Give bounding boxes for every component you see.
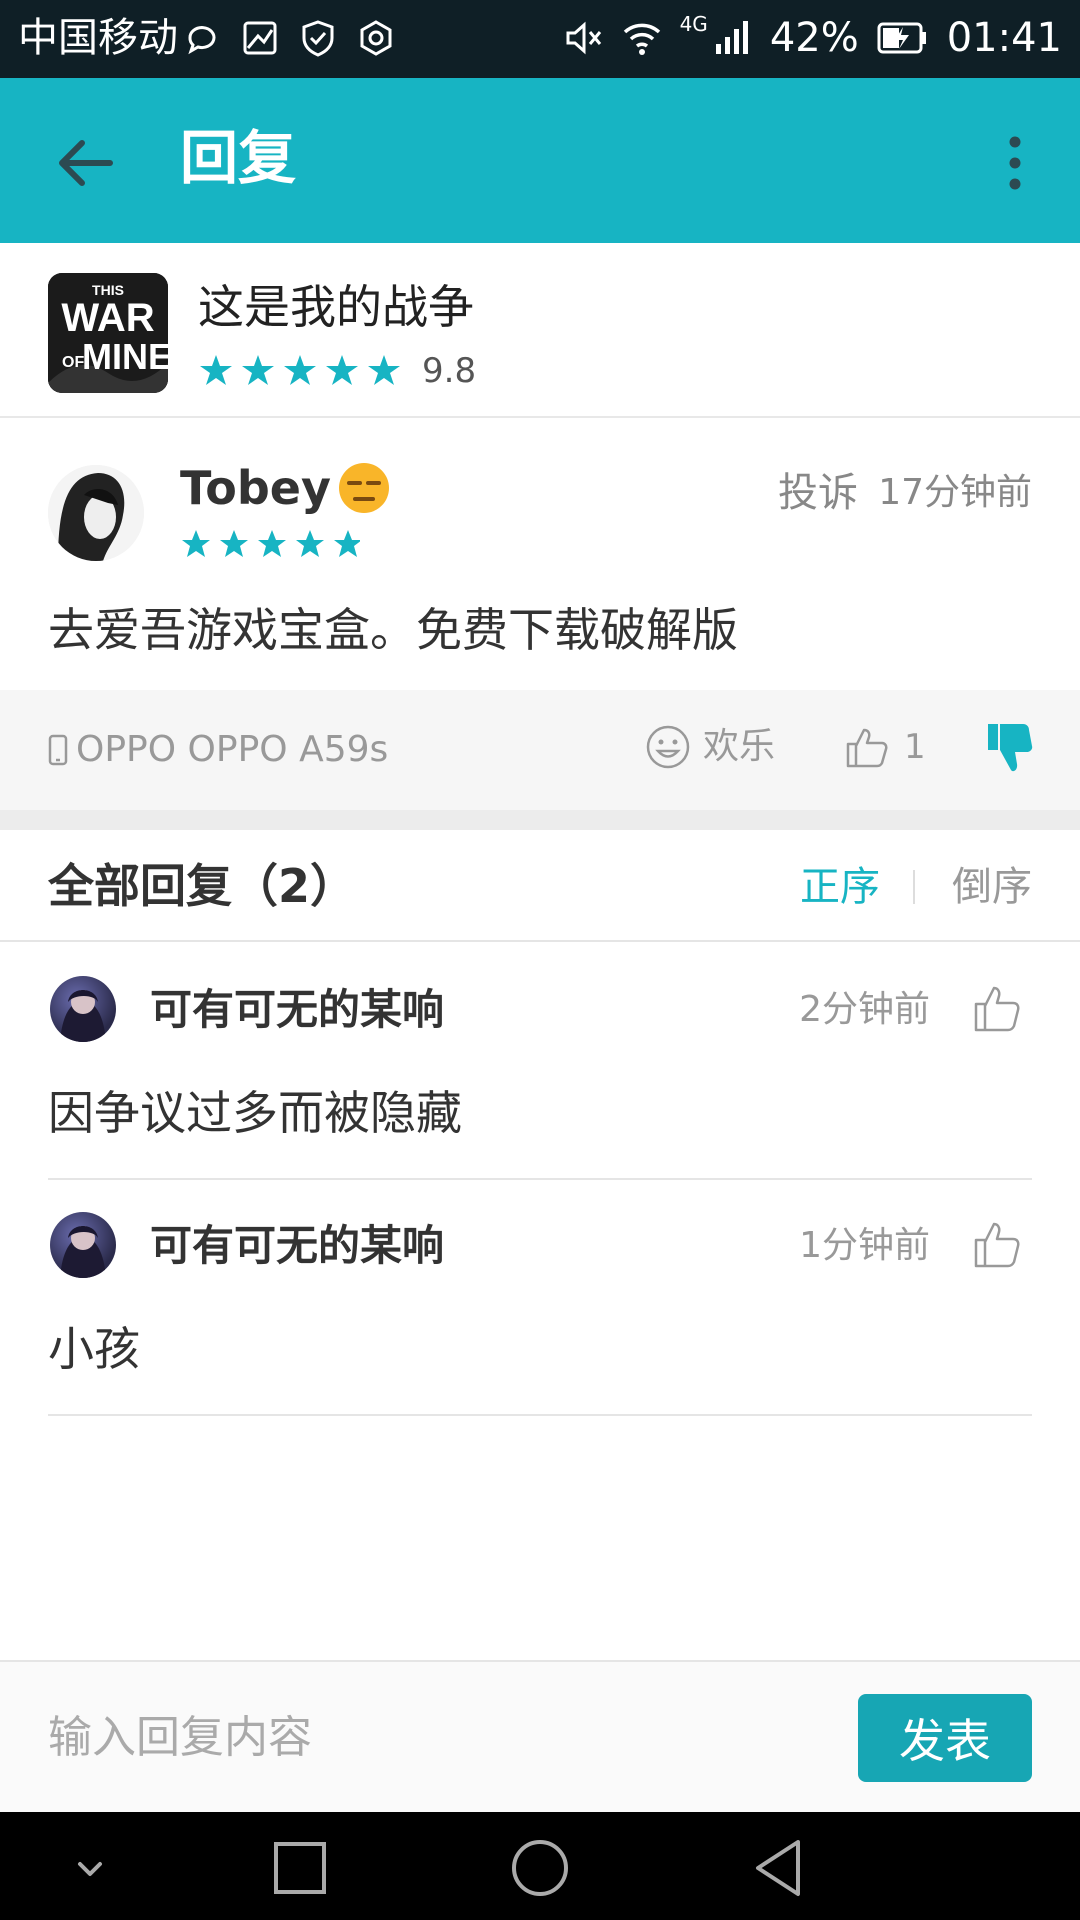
game-rating-stars: 9.8 bbox=[198, 351, 476, 391]
game-name: 这是我的战争 bbox=[198, 280, 474, 334]
thumbs-up-icon[interactable] bbox=[972, 1218, 1022, 1272]
main-post: Tobey 投诉 17分钟前 去爱吾游戏宝盒。免费下载破解版 bbox=[0, 420, 1080, 690]
post-content: 去爱吾游戏宝盒。免费下载破解版 bbox=[48, 603, 738, 657]
user-avatar[interactable] bbox=[48, 465, 144, 561]
post-time: 17分钟前 bbox=[878, 472, 1032, 513]
chat-notification-icon bbox=[188, 26, 216, 55]
game-header[interactable]: THIS WAR OF MINE 这是我的战争 9.8 bbox=[0, 243, 1080, 418]
app-bar: 回复 bbox=[0, 78, 1080, 243]
star-icons bbox=[182, 530, 360, 557]
svg-text:MINE: MINE bbox=[82, 336, 168, 377]
back-icon[interactable] bbox=[748, 1836, 812, 1900]
thumbs-down-icon[interactable] bbox=[985, 720, 1035, 776]
carrier-label: 中国移动 bbox=[18, 15, 178, 61]
post-username[interactable]: Tobey bbox=[180, 460, 391, 516]
game-icon: THIS WAR OF MINE bbox=[48, 273, 168, 393]
thumbs-up-icon[interactable] bbox=[972, 982, 1022, 1036]
status-right: 4G 42% 01:41 bbox=[564, 12, 1062, 62]
send-button[interactable]: 发表 bbox=[858, 1694, 1032, 1782]
sort-divider bbox=[913, 870, 915, 904]
star-icons bbox=[200, 355, 400, 385]
reply-item: 可有可无的某响 2分钟前 因争议过多而被隐藏 bbox=[0, 944, 1080, 1180]
smiley-icon bbox=[646, 725, 690, 769]
back-arrow-icon[interactable] bbox=[50, 128, 120, 198]
report-button[interactable]: 投诉 bbox=[778, 468, 858, 518]
sort-ascending-button[interactable]: 正序 bbox=[800, 862, 880, 912]
notification-icons bbox=[182, 14, 396, 62]
reply-avatar[interactable] bbox=[50, 1212, 116, 1278]
mood-label: 欢乐 bbox=[703, 726, 776, 767]
page-title: 回复 bbox=[180, 124, 297, 192]
reply-divider bbox=[48, 1414, 1032, 1416]
sort-descending-button[interactable]: 倒序 bbox=[952, 862, 1032, 912]
reply-avatar[interactable] bbox=[50, 976, 116, 1042]
reply-username[interactable]: 可有可无的某响 bbox=[150, 984, 444, 1036]
more-options-icon[interactable] bbox=[1000, 128, 1030, 198]
like-button[interactable]: 1 bbox=[844, 722, 926, 772]
reply-item: 可有可无的某响 1分钟前 小孩 bbox=[0, 1180, 1080, 1416]
username-text: Tobey bbox=[180, 461, 331, 515]
shield-notification-icon bbox=[302, 20, 334, 57]
reply-username[interactable]: 可有可无的某响 bbox=[150, 1220, 444, 1272]
reply-time: 2分钟前 bbox=[799, 989, 930, 1030]
battery-icon bbox=[877, 22, 926, 54]
mute-icon bbox=[566, 21, 601, 55]
like-count: 1 bbox=[904, 727, 926, 767]
device-info: OPPO OPPO A59s bbox=[48, 725, 388, 775]
user-rating-stars bbox=[180, 528, 360, 562]
reply-content: 小孩 bbox=[48, 1322, 140, 1376]
image-notification-icon bbox=[243, 21, 277, 55]
home-icon[interactable] bbox=[508, 1836, 572, 1900]
wifi-icon bbox=[623, 23, 660, 55]
status-bar: 中国移动 4G 42% 01:41 bbox=[0, 0, 1080, 78]
device-name: OPPO OPPO A59s bbox=[76, 729, 389, 770]
signal-icon bbox=[715, 21, 748, 54]
post-action-bar: OPPO OPPO A59s 欢乐 1 bbox=[0, 690, 1080, 810]
clock: 01:41 bbox=[946, 15, 1062, 61]
reply-input-bar: 发表 bbox=[0, 1660, 1080, 1812]
battery-percent: 42% bbox=[769, 15, 859, 61]
network-type: 4G bbox=[679, 12, 708, 36]
unamused-emoji-icon bbox=[338, 463, 389, 513]
chevron-down-icon[interactable] bbox=[58, 1836, 122, 1900]
section-gap bbox=[0, 810, 1080, 830]
reply-content: 因争议过多而被隐藏 bbox=[48, 1086, 462, 1140]
recent-apps-icon[interactable] bbox=[268, 1836, 332, 1900]
game-rating-score: 9.8 bbox=[422, 351, 477, 391]
mood-tag: 欢乐 bbox=[645, 722, 775, 772]
replies-header: 全部回复（2） 正序 倒序 bbox=[0, 830, 1080, 942]
reply-time: 1分钟前 bbox=[799, 1225, 930, 1266]
replies-title: 全部回复（2） bbox=[48, 859, 357, 913]
settings-notification-icon bbox=[360, 20, 392, 56]
thumbs-up-icon bbox=[846, 728, 888, 768]
phone-icon bbox=[48, 734, 68, 766]
svg-text:WAR: WAR bbox=[61, 296, 154, 340]
navigation-bar bbox=[0, 1812, 1080, 1920]
reply-input[interactable] bbox=[48, 1702, 808, 1772]
